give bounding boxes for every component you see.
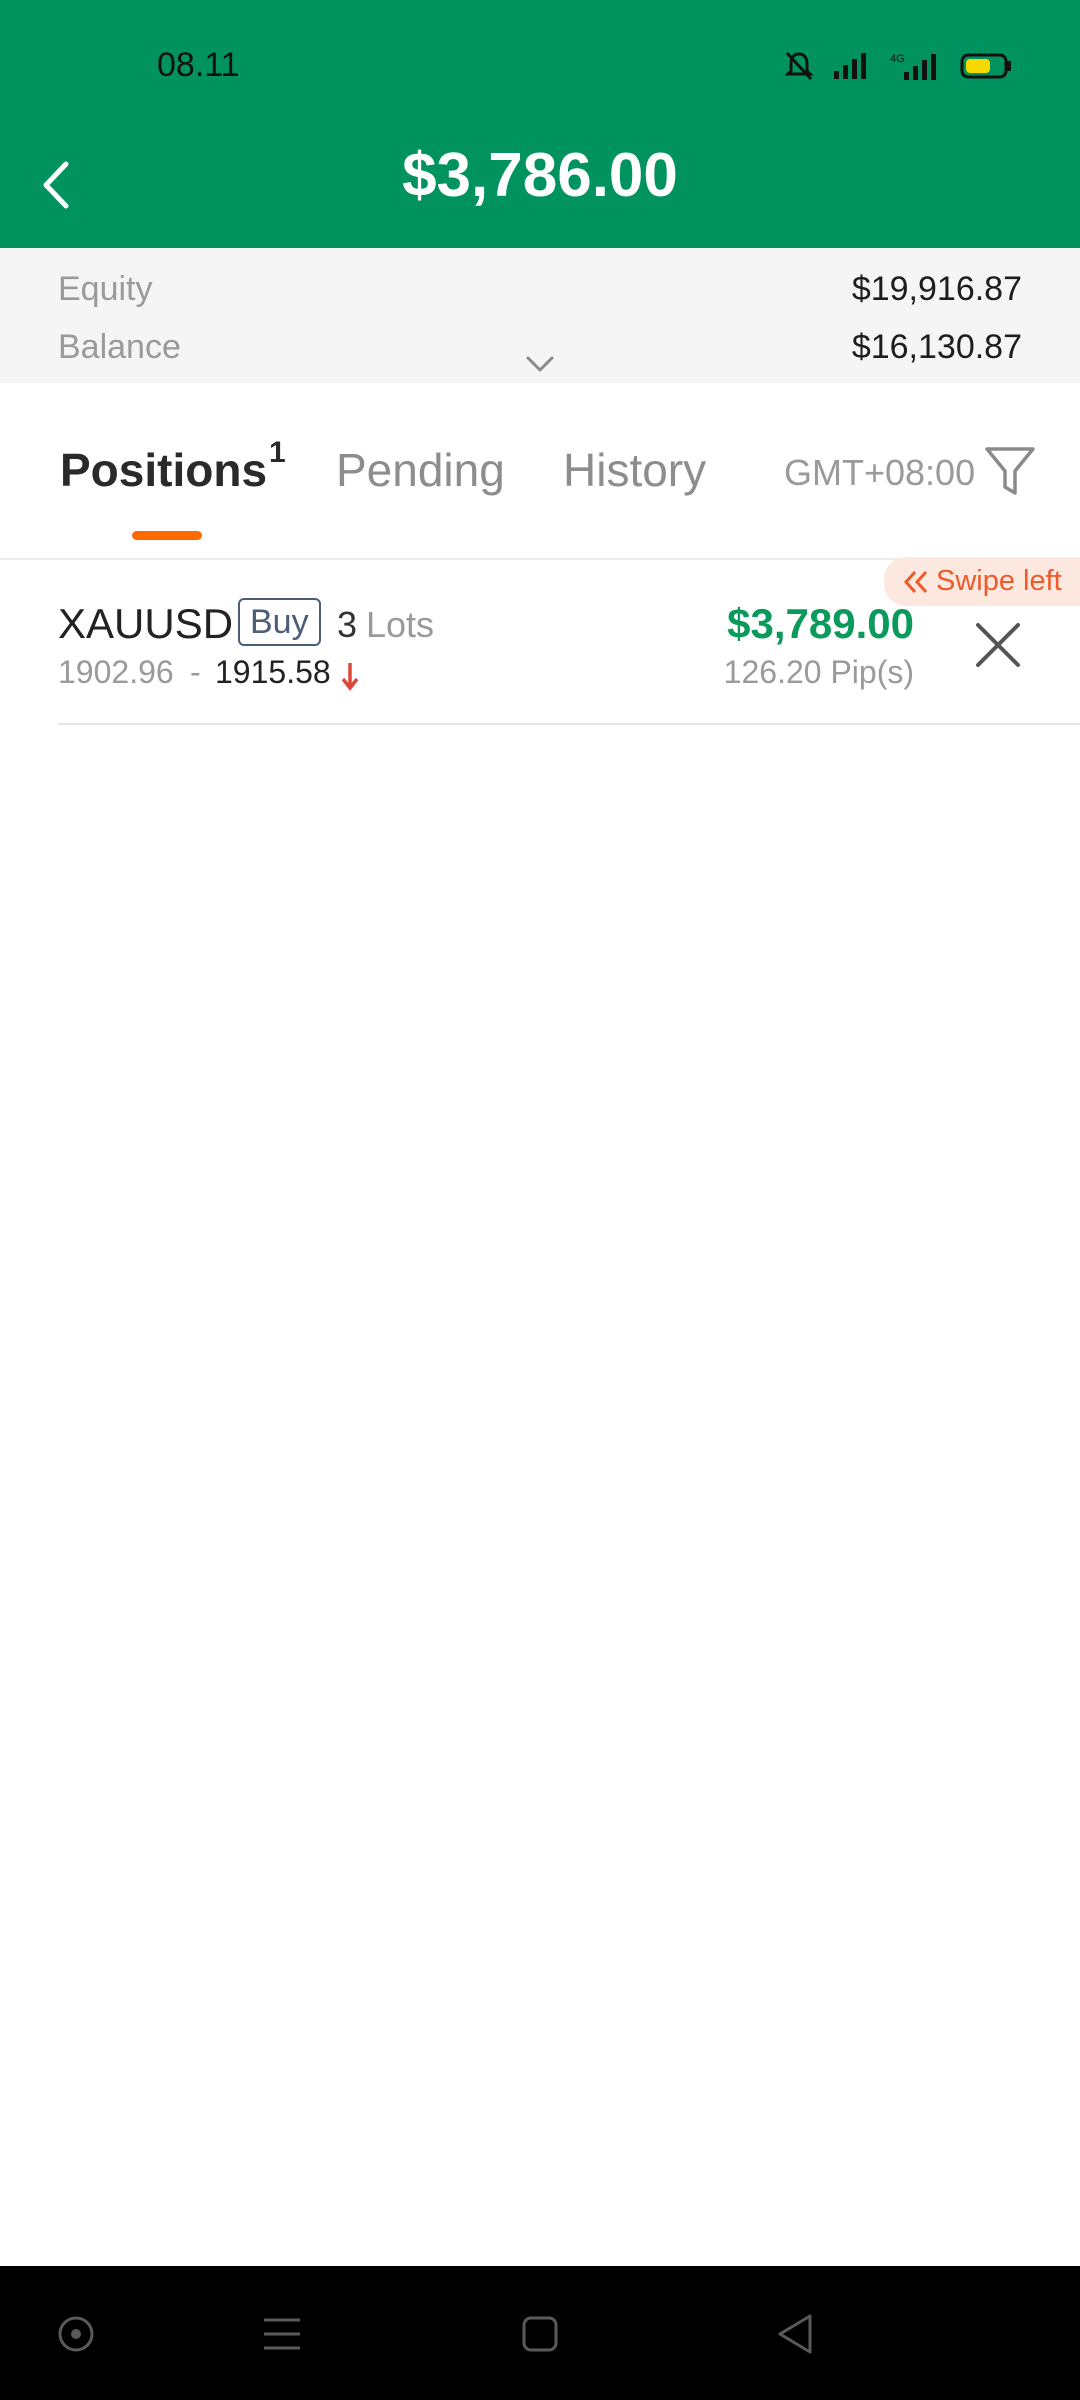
tab-bar: Positions1 Pending History GMT+08:00 xyxy=(0,383,1080,560)
svg-text:4G: 4G xyxy=(890,53,905,65)
system-nav-bar xyxy=(0,2266,1080,2400)
position-pips: 126.20 Pip(s) xyxy=(723,654,914,690)
equity-label: Equity xyxy=(58,270,153,308)
positions-count-badge: 1 xyxy=(269,435,286,469)
lots-label: Lots xyxy=(366,604,435,645)
status-icons: 4G xyxy=(784,50,1014,82)
page-title: $3,786.00 xyxy=(402,141,678,210)
menu-icon[interactable] xyxy=(262,2316,302,2352)
position-profit: $3,789.00 xyxy=(727,600,914,647)
balance-label: Balance xyxy=(58,328,181,366)
home-icon[interactable] xyxy=(520,2314,560,2354)
status-time: 08.11 xyxy=(157,46,240,84)
tab-history[interactable]: History xyxy=(563,443,706,497)
signal-icon xyxy=(834,53,866,79)
tab-positions[interactable]: Positions1 xyxy=(60,436,286,497)
back-nav-icon[interactable] xyxy=(774,2312,816,2356)
arrow-down-icon xyxy=(341,663,359,691)
side-badge: Buy xyxy=(238,598,321,646)
tab-pending[interactable]: Pending xyxy=(336,443,505,497)
position-row[interactable]: XAUUSD Buy 3 Lots 1902.96 - 1915.58 $3,7… xyxy=(0,560,1080,724)
current-price: 1915.58 xyxy=(215,654,331,690)
open-price: 1902.96 xyxy=(58,654,174,690)
position-symbol: XAUUSD xyxy=(58,600,234,647)
signal-4g-icon: 4G xyxy=(890,53,936,80)
filter-icon xyxy=(985,447,1035,495)
active-tab-indicator xyxy=(132,531,202,540)
tab-positions-label: Positions xyxy=(60,444,268,496)
balance-value: $16,130.87 xyxy=(851,328,1022,366)
mute-icon xyxy=(784,51,814,81)
assistant-icon[interactable] xyxy=(56,2314,96,2354)
timezone-label: GMT+08:00 xyxy=(784,452,976,493)
row-divider xyxy=(58,723,1080,725)
lots-value: 3 xyxy=(337,604,358,645)
close-position-button[interactable] xyxy=(972,619,1024,671)
price-separator: - xyxy=(190,654,201,690)
close-icon xyxy=(976,623,1020,667)
filter-button[interactable] xyxy=(982,443,1038,499)
battery-icon xyxy=(960,53,1011,79)
equity-value: $19,916.87 xyxy=(851,270,1022,308)
chevron-down-icon[interactable] xyxy=(524,352,556,376)
app-header: 08.11 4G $3,786.00 xyxy=(0,0,1080,248)
